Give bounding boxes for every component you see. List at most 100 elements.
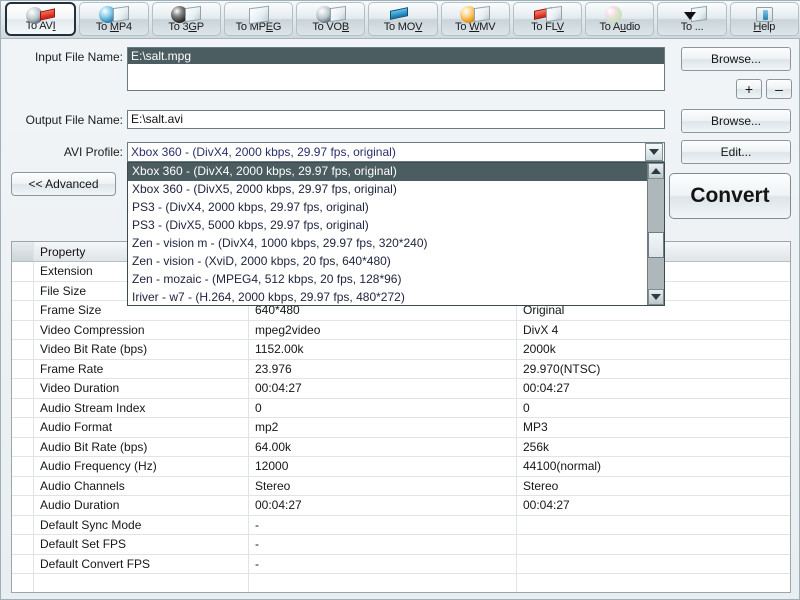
cell-source-value: -	[249, 535, 517, 554]
row-gutter	[12, 437, 34, 456]
mpeg-sheet-icon	[225, 3, 292, 25]
dropdown-item[interactable]: Zen - mozaic - (MPEG4, 512 kbps, 20 fps,…	[128, 271, 647, 289]
dropdown-item[interactable]: PS3 - (DivX4, 2000 kbps, 29.97 fps, orig…	[128, 199, 647, 217]
mp4-blue-disc-icon	[80, 3, 147, 23]
toolbar-button-10[interactable]: Help	[729, 2, 799, 36]
cell-target-value: Stereo	[523, 478, 559, 493]
toolbar-button-5[interactable]: To MOV	[368, 2, 438, 36]
chevron-down-icon[interactable]	[645, 143, 663, 161]
avi-profile-combobox[interactable]: Xbox 360 - (DivX4, 2000 kbps, 29.97 fps,…	[127, 142, 665, 162]
avi-profile-dropdown-list[interactable]: Xbox 360 - (DivX4, 2000 kbps, 29.97 fps,…	[127, 162, 665, 306]
toolbar-button-8[interactable]: To Audio	[585, 2, 655, 36]
cell-target-value: 00:04:27	[523, 381, 570, 395]
dropdown-scrollbar[interactable]	[647, 163, 664, 305]
cell-source-value: 64.00k	[249, 437, 517, 456]
row-gutter	[12, 359, 34, 378]
cell-source-value: mp2	[249, 418, 517, 437]
cell-target-value: 44100(normal)	[523, 459, 602, 473]
scroll-up-icon[interactable]	[648, 163, 664, 179]
table-row[interactable]: Video Duration 00:04:27 00:04:27	[12, 379, 790, 399]
cell-property	[34, 574, 249, 592]
row-gutter	[12, 281, 34, 300]
cell-target-value	[517, 555, 790, 574]
dropdown-item[interactable]: PS3 - (DivX5, 5000 kbps, 29.97 fps, orig…	[128, 217, 647, 235]
input-file-list[interactable]: E:\salt.mpg	[127, 47, 665, 91]
table-row[interactable]: Audio Duration 00:04:27 00:04:27	[12, 496, 790, 516]
cell-source-value: Stereo	[249, 476, 517, 495]
cell-property: Default Sync Mode	[34, 515, 249, 534]
avi-profile-value: Xbox 360 - (DivX4, 2000 kbps, 29.97 fps,…	[131, 145, 396, 159]
avi-disc-icon	[7, 4, 74, 24]
browse-input-button[interactable]: Browse...	[681, 47, 791, 71]
toolbar-button-0[interactable]: To AVI	[5, 2, 77, 36]
cell-target-value: DivX 4	[523, 322, 559, 337]
dropdown-item[interactable]: Xbox 360 - (DivX4, 2000 kbps, 29.97 fps,…	[128, 163, 647, 181]
table-row[interactable]: Frame Rate 23.976 29.970(NTSC)	[12, 359, 790, 379]
toolbar-button-1[interactable]: To MP4	[79, 2, 149, 36]
help-folder-icon	[731, 3, 798, 22]
add-file-button[interactable]: +	[736, 79, 762, 99]
flv-red-ribbon-icon	[514, 3, 581, 23]
dropdown-item[interactable]: Xbox 360 - (DivX5, 2000 kbps, 29.97 fps,…	[128, 181, 647, 199]
table-row[interactable]: Default Sync Mode -	[12, 515, 790, 535]
toolbar-button-7[interactable]: To FLV	[512, 2, 583, 36]
row-gutter	[12, 398, 34, 417]
advanced-toggle-button[interactable]: << Advanced	[11, 172, 116, 196]
table-row[interactable]: Audio Channels Stereo Stereo	[12, 476, 790, 496]
table-row[interactable]: Video Bit Rate (bps) 1152.00k 2000k	[12, 340, 790, 360]
table-row[interactable]: Audio Bit Rate (bps) 64.00k 256k	[12, 437, 790, 457]
table-row[interactable]: Video Compression mpeg2video DivX 4	[12, 320, 790, 340]
remove-file-button[interactable]: –	[766, 79, 792, 99]
format-toolbar: To AVI To MP4 To 3GP To MPEG To VOB To MOV To …	[1, 1, 800, 39]
cell-property: Video Duration	[34, 379, 249, 398]
row-gutter	[12, 476, 34, 495]
cell-property: Video Bit Rate (bps)	[34, 340, 249, 359]
cell-property: Frame Rate	[34, 359, 249, 378]
input-file-selected-item[interactable]: E:\salt.mpg	[128, 48, 664, 64]
edit-profile-button[interactable]: Edit...	[681, 140, 791, 164]
dropdown-item[interactable]: Zen - vision - (XviD, 2000 kbps, 20 fps,…	[128, 253, 647, 271]
cell-source-value: -	[249, 554, 517, 573]
row-gutter	[12, 262, 34, 281]
row-gutter	[12, 535, 34, 554]
dropdown-item[interactable]: Zen - vision m - (DivX4, 1000 kbps, 29.9…	[128, 235, 647, 253]
toolbar-button-6[interactable]: To WMV	[440, 2, 510, 36]
table-row[interactable]: Default Set FPS -	[12, 535, 790, 555]
more-caret-icon	[658, 3, 725, 23]
table-row[interactable]: Default Convert FPS -	[12, 554, 790, 574]
cell-source-value: 1152.00k	[249, 340, 517, 359]
scrollbar-thumb[interactable]	[648, 231, 664, 258]
browse-output-button[interactable]: Browse...	[681, 109, 791, 133]
cell-target-value: 256k	[523, 439, 550, 454]
vob-disc-icon	[297, 3, 364, 23]
toolbar-button-3[interactable]: To MPEG	[223, 2, 294, 36]
cell-source-value: mpeg2video	[249, 320, 517, 339]
cell-property: Video Compression	[34, 320, 249, 339]
toolbar-button-9[interactable]: To ...	[657, 2, 727, 36]
cell-source-value: 12000	[249, 457, 517, 476]
mov-blue-ribbon-icon	[369, 3, 436, 21]
cell-target-value: 00:04:27	[523, 498, 570, 512]
wmv-orange-disc-icon	[442, 3, 509, 23]
toolbar-button-4[interactable]: To VOB	[296, 2, 366, 36]
output-file-name-input[interactable]: E:\salt.avi	[127, 110, 665, 129]
row-gutter	[12, 574, 34, 592]
output-file-name-label: Output File Name:	[25, 113, 123, 127]
table-row[interactable]: Audio Stream Index 0 0	[12, 398, 790, 418]
cell-property: Default Convert FPS	[34, 554, 249, 573]
3gp-dark-disc-icon	[153, 3, 220, 23]
table-row[interactable]: Audio Frequency (Hz) 12000 44100(normal)	[12, 457, 790, 477]
convert-button[interactable]: Convert	[669, 173, 791, 219]
cell-source-value: 0	[249, 398, 517, 417]
scrollbar-track[interactable]	[648, 179, 664, 289]
table-row[interactable]: Audio Format mp2 MP3	[12, 418, 790, 438]
table-row[interactable]	[12, 574, 790, 592]
cell-target-value: 0	[523, 400, 530, 415]
dropdown-item[interactable]: Iriver - w7 - (H.264, 2000 kbps, 29.97 f…	[128, 289, 647, 305]
input-file-name-label: Input File Name:	[34, 50, 123, 64]
scroll-down-icon[interactable]	[648, 289, 664, 305]
cell-source-value: 23.976	[249, 359, 517, 378]
cell-property: Audio Stream Index	[34, 398, 249, 417]
toolbar-button-2[interactable]: To 3GP	[151, 2, 221, 36]
cell-property: Audio Frequency (Hz)	[34, 457, 249, 476]
